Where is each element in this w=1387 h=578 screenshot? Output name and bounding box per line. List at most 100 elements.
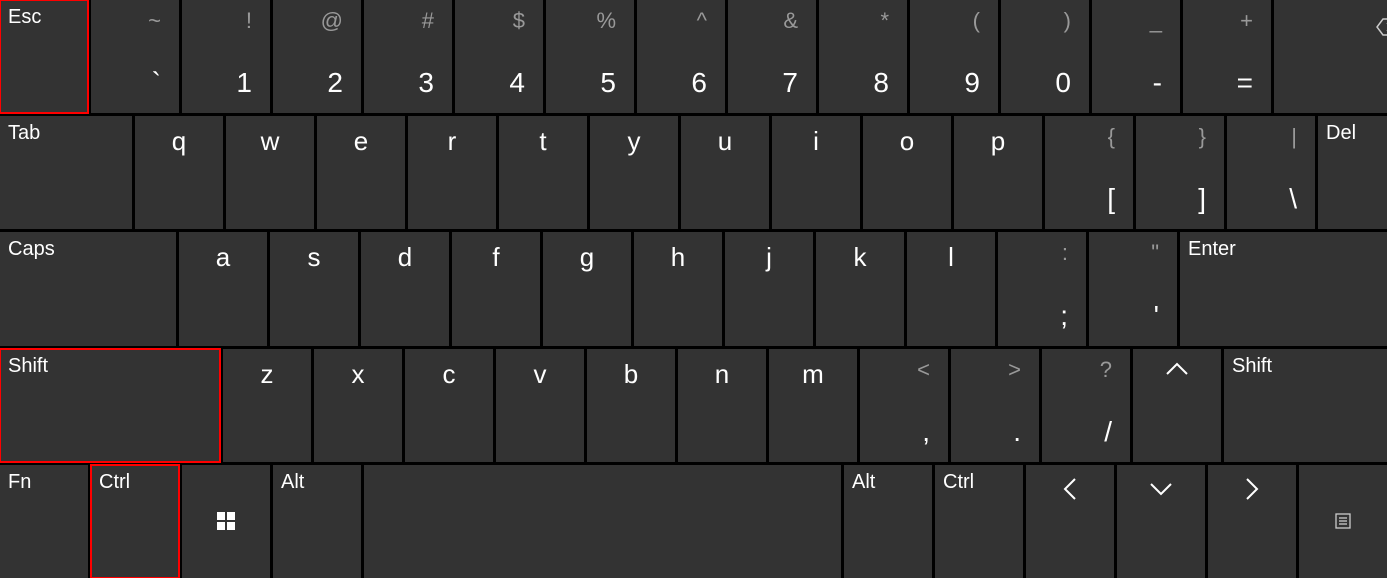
shift-label: % — [596, 8, 616, 34]
shift-label: + — [1240, 8, 1253, 34]
key-period[interactable]: > . — [951, 349, 1039, 462]
key-5[interactable]: % 5 — [546, 0, 634, 113]
key-windows[interactable] — [182, 465, 270, 578]
main-label: 6 — [691, 67, 707, 99]
key-9[interactable]: ( 9 — [910, 0, 998, 113]
key-label: Esc — [8, 6, 41, 29]
key-2[interactable]: @ 2 — [273, 0, 361, 113]
main-label: y — [628, 126, 641, 157]
key-g[interactable]: g — [543, 232, 631, 345]
main-label: a — [216, 242, 230, 273]
key-enter[interactable]: Enter — [1180, 232, 1387, 345]
main-label: s — [308, 242, 321, 273]
key-w[interactable]: w — [226, 116, 314, 229]
main-label: f — [492, 242, 499, 273]
key-s[interactable]: s — [270, 232, 358, 345]
key-label: Ctrl — [943, 471, 974, 494]
key-i[interactable]: i — [772, 116, 860, 229]
main-label: i — [813, 126, 819, 157]
key-l[interactable]: l — [907, 232, 995, 345]
key-comma[interactable]: < , — [860, 349, 948, 462]
key-p[interactable]: p — [954, 116, 1042, 229]
key-space[interactable] — [364, 465, 841, 578]
main-label: \ — [1289, 183, 1297, 215]
main-label: 0 — [1055, 67, 1071, 99]
key-left-shift[interactable]: Shift — [0, 349, 220, 462]
main-label: m — [802, 359, 824, 390]
key-f[interactable]: f — [452, 232, 540, 345]
key-semicolon[interactable]: : ; — [998, 232, 1086, 345]
key-d[interactable]: d — [361, 232, 449, 345]
key-a[interactable]: a — [179, 232, 267, 345]
key-right-shift[interactable]: Shift — [1224, 349, 1387, 462]
key-backspace[interactable] — [1274, 0, 1387, 113]
main-label: p — [991, 126, 1005, 157]
key-fn[interactable]: Fn — [0, 465, 88, 578]
key-6[interactable]: ^ 6 — [637, 0, 725, 113]
key-menu[interactable] — [1299, 465, 1387, 578]
main-label: b — [624, 359, 638, 390]
key-arrow-up[interactable] — [1133, 349, 1221, 462]
main-label: h — [671, 242, 685, 273]
menu-icon — [1335, 513, 1351, 529]
key-y[interactable]: y — [590, 116, 678, 229]
key-3[interactable]: # 3 — [364, 0, 452, 113]
key-left-ctrl[interactable]: Ctrl — [91, 465, 179, 578]
key-tab[interactable]: Tab — [0, 116, 132, 229]
key-arrow-down[interactable] — [1117, 465, 1205, 578]
key-q[interactable]: q — [135, 116, 223, 229]
key-right-alt[interactable]: Alt — [844, 465, 932, 578]
key-1[interactable]: ! 1 — [182, 0, 270, 113]
key-minus[interactable]: _ - — [1092, 0, 1180, 113]
key-m[interactable]: m — [769, 349, 857, 462]
key-u[interactable]: u — [681, 116, 769, 229]
main-label: k — [854, 242, 867, 273]
main-label: 1 — [236, 67, 252, 99]
main-label: . — [1013, 416, 1021, 448]
key-c[interactable]: c — [405, 349, 493, 462]
key-slash[interactable]: ? / — [1042, 349, 1130, 462]
key-right-ctrl[interactable]: Ctrl — [935, 465, 1023, 578]
key-x[interactable]: x — [314, 349, 402, 462]
main-label: n — [715, 359, 729, 390]
main-label: w — [261, 126, 280, 157]
main-label: q — [172, 126, 186, 157]
shift-label: @ — [321, 8, 343, 34]
key-8[interactable]: * 8 — [819, 0, 907, 113]
key-backtick[interactable]: ~ ` — [91, 0, 179, 113]
shift-label: _ — [1150, 8, 1162, 34]
key-apostrophe[interactable]: " ' — [1089, 232, 1177, 345]
key-7[interactable]: & 7 — [728, 0, 816, 113]
key-k[interactable]: k — [816, 232, 904, 345]
main-label: g — [580, 242, 594, 273]
key-b[interactable]: b — [587, 349, 675, 462]
main-label: 9 — [964, 67, 980, 99]
shift-label: { — [1108, 124, 1115, 150]
key-h[interactable]: h — [634, 232, 722, 345]
key-equals[interactable]: + = — [1183, 0, 1271, 113]
chevron-right-icon — [1244, 476, 1260, 502]
main-label: d — [398, 242, 412, 273]
key-z[interactable]: z — [223, 349, 311, 462]
key-t[interactable]: t — [499, 116, 587, 229]
key-r[interactable]: r — [408, 116, 496, 229]
key-e[interactable]: e — [317, 116, 405, 229]
key-j[interactable]: j — [725, 232, 813, 345]
key-del[interactable]: Del — [1318, 116, 1387, 229]
key-n[interactable]: n — [678, 349, 766, 462]
shift-label: ? — [1100, 357, 1112, 383]
key-right-bracket[interactable]: } ] — [1136, 116, 1224, 229]
key-backslash[interactable]: | \ — [1227, 116, 1315, 229]
key-o[interactable]: o — [863, 116, 951, 229]
main-label: 3 — [418, 67, 434, 99]
key-4[interactable]: $ 4 — [455, 0, 543, 113]
key-esc[interactable]: Esc — [0, 0, 88, 113]
key-left-bracket[interactable]: { [ — [1045, 116, 1133, 229]
key-0[interactable]: ) 0 — [1001, 0, 1089, 113]
key-caps[interactable]: Caps — [0, 232, 176, 345]
key-arrow-left[interactable] — [1026, 465, 1114, 578]
key-left-alt[interactable]: Alt — [273, 465, 361, 578]
shift-label: * — [880, 8, 889, 34]
key-arrow-right[interactable] — [1208, 465, 1296, 578]
key-v[interactable]: v — [496, 349, 584, 462]
